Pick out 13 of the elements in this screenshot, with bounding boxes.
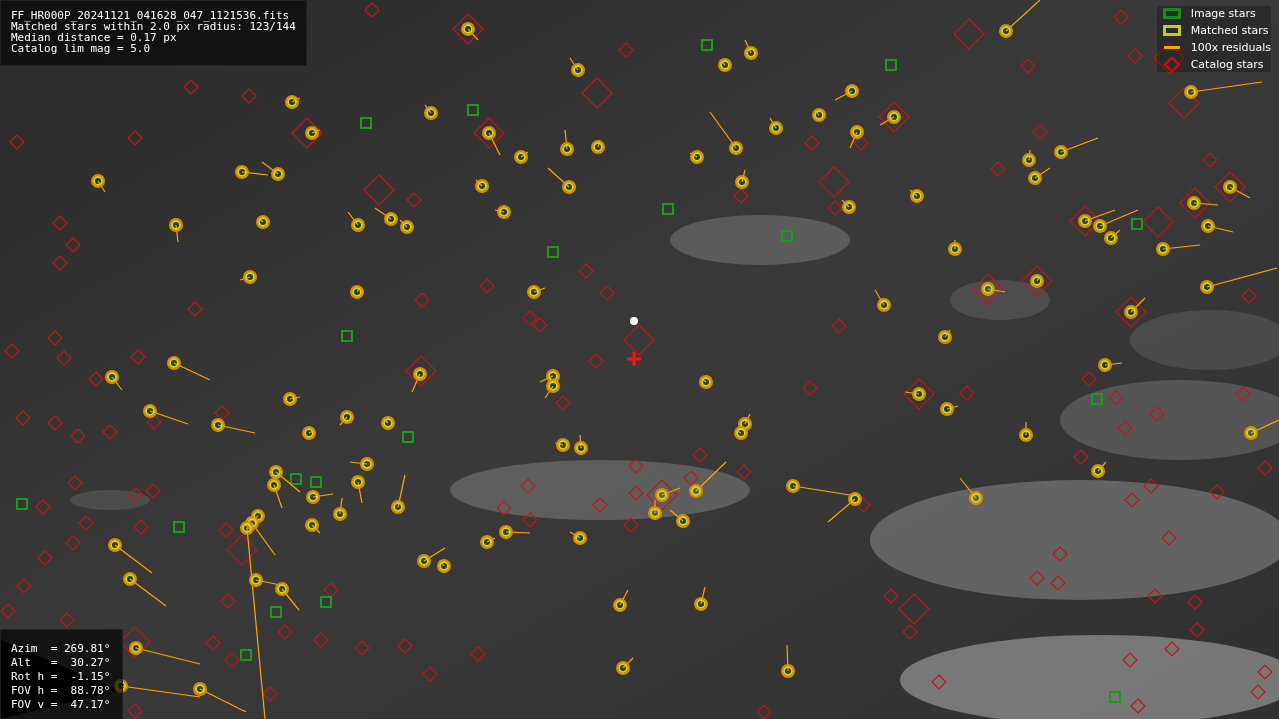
info-line: Matched stars within 2.0 px radius: 123/144: [11, 21, 296, 32]
info-line: Catalog lim mag = 5.0: [11, 43, 152, 54]
info-line: FF_HR000P_20241121_041628_047_1121536.fits: [11, 10, 291, 21]
legend-label: 100x residuals: [1190, 41, 1271, 54]
info-line: Median distance = 0.17 px: [11, 32, 177, 43]
pointing-line: Rot h = -1.15°: [11, 670, 111, 684]
legend-label: Image stars: [1190, 7, 1256, 20]
legend-label: Matched stars: [1190, 24, 1269, 37]
pointing-line: FOV v = 47.17°: [11, 698, 111, 712]
pointing-line: Azim = 269.81°: [11, 642, 111, 656]
pointing-line: FOV h = 88.78°: [11, 684, 111, 698]
legend-label: Catalog stars: [1190, 58, 1264, 71]
pointing-line: Alt = 30.27°: [11, 656, 111, 670]
